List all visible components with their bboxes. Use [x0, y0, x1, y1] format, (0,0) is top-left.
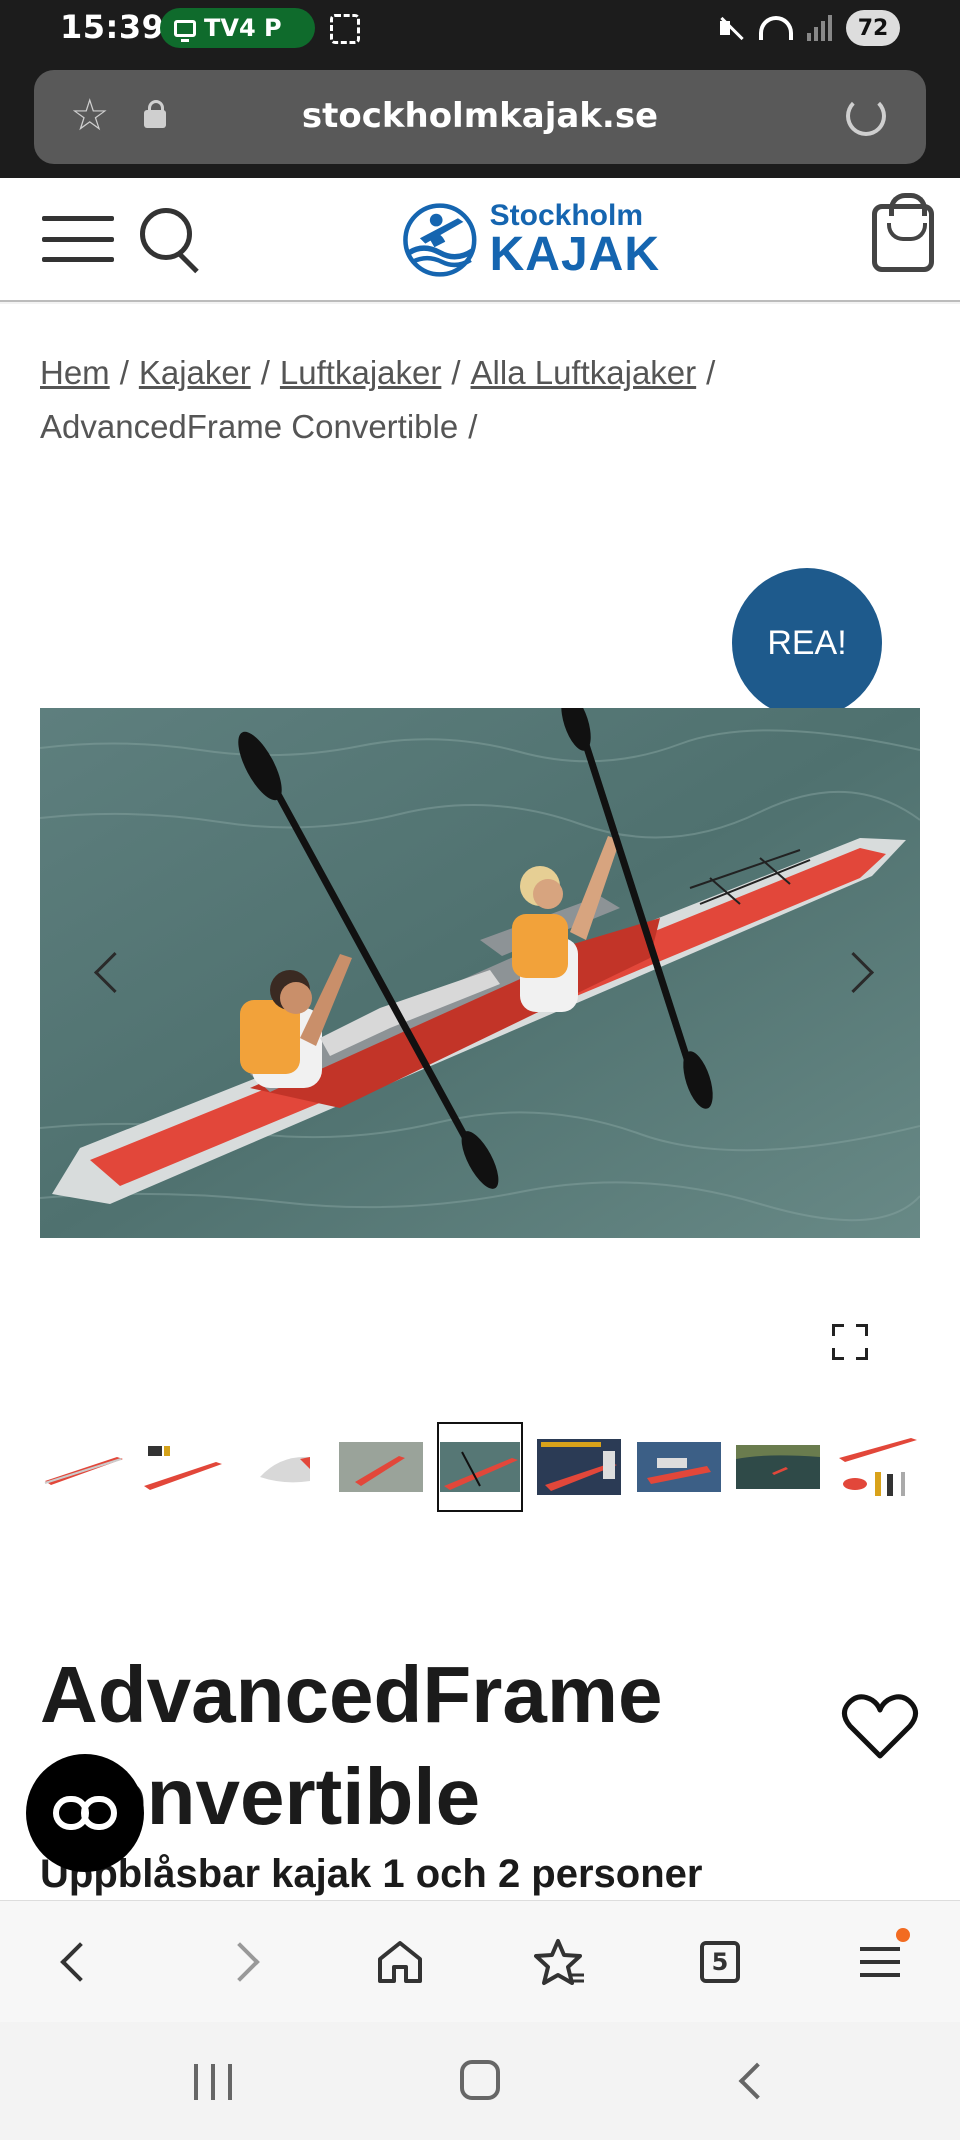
breadcrumb-link-alla-luftkajaker[interactable]: Alla Luftkajaker [471, 354, 697, 391]
thumbnail-4[interactable] [338, 1422, 424, 1512]
menu-icon[interactable] [42, 216, 114, 262]
fullscreen-expand-icon[interactable] [832, 1324, 868, 1360]
wishlist-heart-icon[interactable] [840, 1692, 920, 1762]
thumbnail-9[interactable] [834, 1422, 920, 1512]
thumbnail-3[interactable] [239, 1422, 325, 1512]
site-logo[interactable]: Stockholm KAJAK [400, 198, 660, 282]
product-title-row: AdvancedFrame Convertible [40, 1644, 940, 1848]
mute-icon [717, 15, 745, 41]
breadcrumb-link-kajaker[interactable]: Kajaker [139, 354, 251, 391]
notification-dot [896, 1927, 910, 1942]
gallery-prev-arrow[interactable] [92, 948, 126, 998]
screen-record-icon [330, 14, 360, 44]
tv-pill-label: TV4 P [204, 14, 282, 42]
browser-chrome: 15:39 TV4 P 72 ☆ stockholmkajak.se [0, 0, 960, 178]
gallery-next-arrow[interactable] [842, 948, 876, 998]
product-main-image[interactable] [40, 708, 920, 1238]
status-icons: 72 [717, 10, 900, 46]
home-icon[interactable] [360, 1922, 440, 2002]
status-time: 15:39 [60, 8, 165, 46]
system-navigation-bar [0, 2022, 960, 2140]
url-text[interactable]: stockholmkajak.se [34, 96, 926, 136]
signal-icon [807, 15, 832, 41]
product-title: AdvancedFrame Convertible [40, 1650, 663, 1841]
sale-badge: REA! [732, 568, 882, 718]
thumbnail-1[interactable] [40, 1422, 126, 1512]
search-icon[interactable] [140, 208, 202, 270]
forward-icon[interactable] [200, 1922, 280, 2002]
logo-text: Stockholm KAJAK [489, 199, 660, 281]
tv-app-pill[interactable]: TV4 P [160, 8, 315, 48]
wifi-icon [759, 16, 793, 40]
bookmarks-icon[interactable] [520, 1922, 600, 2002]
thumbnail-7[interactable] [636, 1422, 722, 1512]
cart-icon[interactable] [872, 193, 934, 272]
url-bar[interactable]: ☆ stockholmkajak.se [34, 70, 926, 164]
breadcrumb: Hem / Kajaker / Luftkajaker / Alla Luftkajaker… [40, 354, 716, 445]
thumbnail-6[interactable] [536, 1422, 622, 1512]
browser-menu-icon[interactable] [840, 1922, 920, 2002]
battery-indicator: 72 [846, 10, 900, 46]
thumbnail-5-active[interactable] [437, 1422, 523, 1512]
back-icon[interactable] [40, 1922, 120, 2002]
thumbnail-8[interactable] [735, 1422, 821, 1512]
tab-count: 5 [700, 1940, 740, 1983]
breadcrumb-link-hem[interactable]: Hem [40, 354, 110, 391]
kayaker-logo-icon [403, 203, 477, 277]
browser-bottom-toolbar: 5 [0, 1900, 960, 2022]
tv-icon [174, 19, 196, 42]
system-home-icon[interactable] [460, 2060, 500, 2100]
status-bar: 15:39 TV4 P 72 [0, 0, 960, 58]
chat-button[interactable] [26, 1754, 144, 1872]
recent-apps-icon[interactable] [194, 2064, 232, 2100]
tabs-icon[interactable]: 5 [680, 1922, 760, 2002]
breadcrumb-current: AdvancedFrame Convertible [40, 408, 459, 445]
thumbnail-strip [40, 1420, 920, 1514]
breadcrumb-link-luftkajaker[interactable]: Luftkajaker [280, 354, 441, 391]
product-page: Hem / Kajaker / Luftkajaker / Alla Luftkajaker… [0, 304, 960, 1900]
thumbnail-2[interactable] [139, 1422, 225, 1512]
chat-link-icon [53, 1796, 117, 1830]
product-subtitle: Uppblåsbar kajak 1 och 2 personer [40, 1852, 703, 1896]
product-image-gallery[interactable] [40, 708, 920, 1238]
site-header: Stockholm KAJAK [0, 178, 960, 302]
reload-icon[interactable] [846, 96, 886, 136]
system-back-icon[interactable] [738, 2062, 776, 2100]
